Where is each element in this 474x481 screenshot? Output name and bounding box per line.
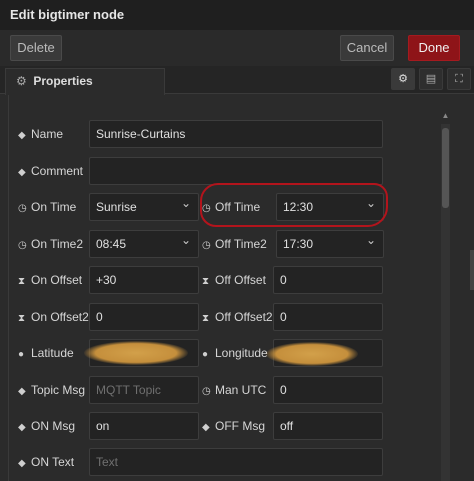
scroll-up-arrow-icon[interactable]: ▲ [441,110,450,122]
on-msg-label: ◆ ON Msg [18,412,75,442]
tag-icon: ◆ [18,458,26,469]
comment-label: ◆ Comment [18,157,83,187]
on-offset2-input[interactable]: 0 [89,303,199,331]
resize-handle[interactable] [470,250,474,290]
off-time2-select[interactable]: 17:30 [276,230,384,258]
on-time-select[interactable]: Sunrise [89,193,199,221]
latitude-label: ● Latitude [18,339,74,369]
on-msg-input[interactable]: on [89,412,199,440]
tag-icon: ◆ [202,422,210,433]
tab-properties-label: Properties [33,74,93,88]
longitude-label: ● Longitude [202,339,268,369]
hourglass-icon: ⧗ [18,276,26,287]
name-input[interactable]: Sunrise-Curtains [89,120,383,148]
tag-icon: ◆ [18,422,26,433]
hourglass-icon: ⧗ [202,313,210,324]
clock-icon: ◷ [202,240,211,251]
cancel-button[interactable]: Cancel [340,35,394,61]
on-time2-label: ◷ On Time2 [18,230,83,260]
off-offset-input[interactable]: 0 [273,266,383,294]
off-msg-label: ◆ OFF Msg [202,412,265,442]
man-utc-label: ◷ Man UTC [202,376,266,406]
on-text-input[interactable]: Text [89,448,383,476]
off-msg-input[interactable]: off [273,412,383,440]
comment-input[interactable] [89,157,383,185]
man-utc-input[interactable]: 0 [273,376,383,404]
on-time-label: ◷ On Time [18,193,76,223]
off-offset-label: ⧗ Off Offset [202,266,266,296]
clock-icon: ◷ [18,203,27,214]
tab-strip: ⚙ Properties ⚙ ▤ ⛶ [0,66,474,95]
topic-msg-input[interactable]: MQTT Topic [89,376,199,404]
done-button[interactable]: Done [408,35,460,61]
gear-icon[interactable]: ⚙ [391,68,415,90]
redaction-blur [84,341,188,365]
on-offset-label: ⧗ On Offset [18,266,82,296]
tab-properties[interactable]: ⚙ Properties [5,68,165,95]
scrollbar-thumb[interactable] [442,128,449,208]
on-offset2-label: ⧗ On Offset2 [18,303,89,333]
globe-icon: ● [18,349,25,360]
tag-icon: ◆ [18,167,26,178]
document-icon[interactable]: ▤ [419,68,443,90]
tag-icon: ◆ [18,386,26,397]
off-offset2-label: ⧗ Off Offset2 [202,303,273,333]
hourglass-icon: ⧗ [18,313,26,324]
annotation-circle [200,183,388,227]
redaction-blur [266,342,358,366]
delete-button[interactable]: Delete [10,35,62,61]
off-offset2-input[interactable]: 0 [273,303,383,331]
action-bar: Delete Cancel Done [0,30,474,66]
topic-msg-label: ◆ Topic Msg [18,376,85,406]
globe-icon: ● [202,349,209,360]
off-time2-label: ◷ Off Time2 [202,230,267,260]
on-text-label: ◆ ON Text [18,448,74,478]
on-time2-select[interactable]: 08:45 [89,230,199,258]
frame-icon[interactable]: ⛶ [447,68,471,90]
clock-icon: ◷ [202,386,211,397]
hourglass-icon: ⧗ [202,276,210,287]
dialog-title: Edit bigtimer node [0,0,474,30]
on-offset-input[interactable]: +30 [89,266,199,294]
clock-icon: ◷ [18,240,27,251]
name-label: ◆ Name [18,120,63,150]
gear-icon: ⚙ [16,74,27,88]
tag-icon: ◆ [18,130,26,141]
